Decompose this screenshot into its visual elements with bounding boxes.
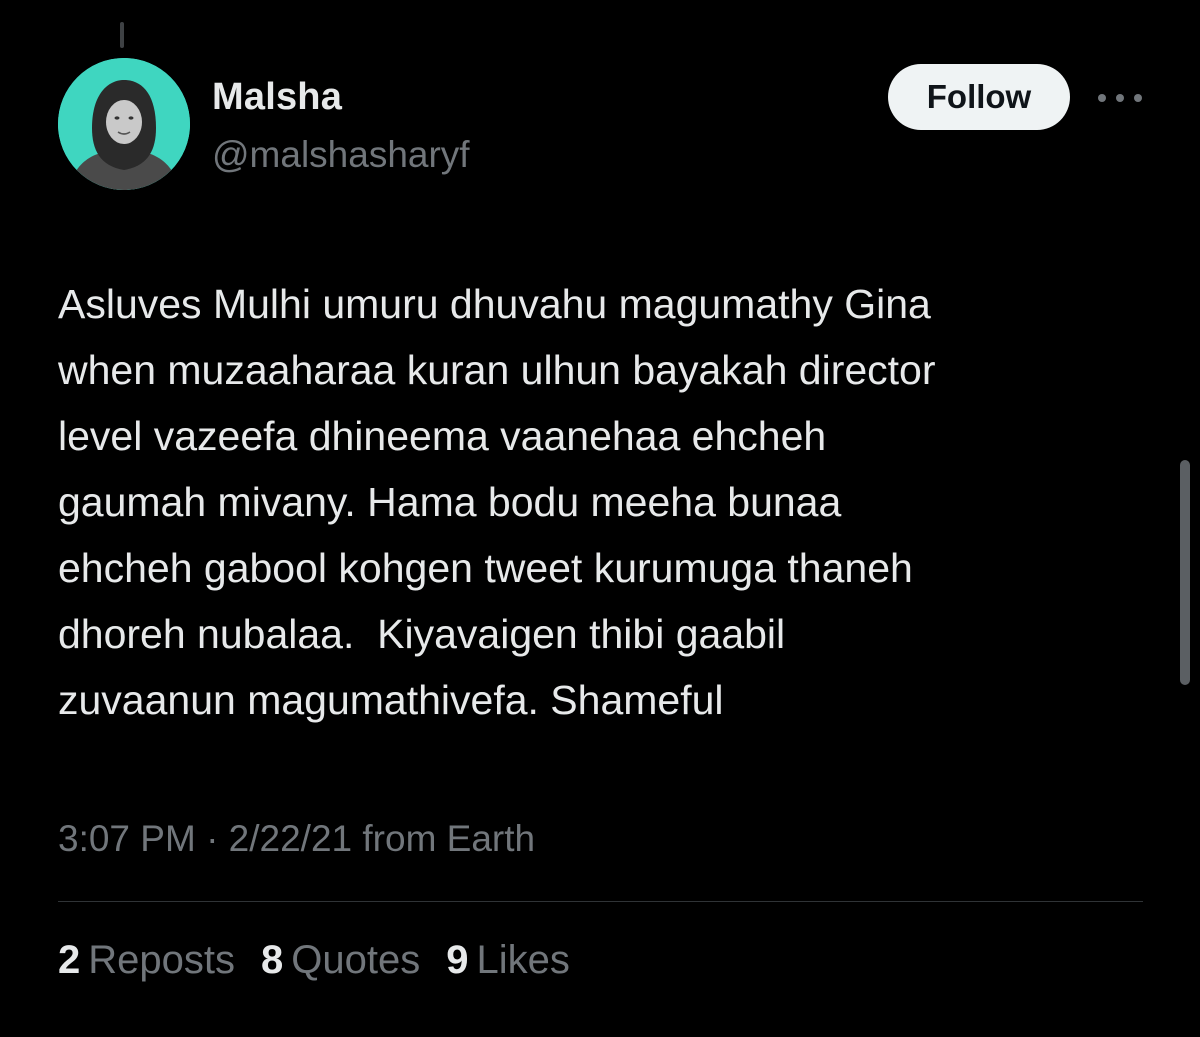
tweet-line: ehcheh gabool kohgen tweet kurumuga than… [58, 545, 913, 591]
tweet-line: Asluves Mulhi umuru dhuvahu magumathy Gi… [58, 281, 931, 327]
tweet-line: zuvaanun magumathivefa. Shameful [58, 677, 724, 723]
author-display-name[interactable]: Malsha [212, 76, 342, 119]
follow-button[interactable]: Follow [888, 64, 1070, 130]
tweet-line: gaumah mivany. Hama bodu meeha bunaa [58, 479, 842, 525]
scrollbar[interactable] [1180, 460, 1190, 685]
more-dot [1116, 94, 1124, 102]
more-dot [1134, 94, 1142, 102]
more-options-icon[interactable] [1098, 88, 1142, 108]
tweet-timestamp[interactable]: 3:07 PM · 2/22/21 from Earth [58, 818, 535, 860]
tweet-line: dhoreh nubalaa. Kiyavaigen thibi gaabil [58, 611, 786, 657]
quotes-count: 8 [261, 938, 284, 982]
tweet-text: Asluves Mulhi umuru dhuvahu magumathy Gi… [58, 271, 1168, 733]
thread-connector-line [120, 22, 124, 48]
reposts-stat[interactable]: 2 Reposts [58, 938, 235, 983]
quotes-label: Quotes [291, 938, 421, 982]
avatar[interactable] [58, 58, 190, 190]
quotes-stat[interactable]: 8 Quotes [261, 938, 420, 983]
reposts-label: Reposts [88, 938, 235, 982]
reposts-count: 2 [58, 938, 81, 982]
more-dot [1098, 94, 1106, 102]
likes-stat[interactable]: 9 Likes [446, 938, 570, 983]
likes-count: 9 [446, 938, 469, 982]
tweet-line: when muzaaharaa kuran ulhun bayakah dire… [58, 347, 936, 393]
engagement-stats: 2 Reposts 8 Quotes 9 Likes [58, 938, 570, 983]
tweet-line: level vazeefa dhineema vaanehaa ehcheh [58, 413, 827, 459]
divider [58, 901, 1143, 902]
author-handle[interactable]: @malshasharyf [212, 134, 470, 176]
user-avatar-icon [58, 58, 190, 190]
likes-label: Likes [476, 938, 570, 982]
